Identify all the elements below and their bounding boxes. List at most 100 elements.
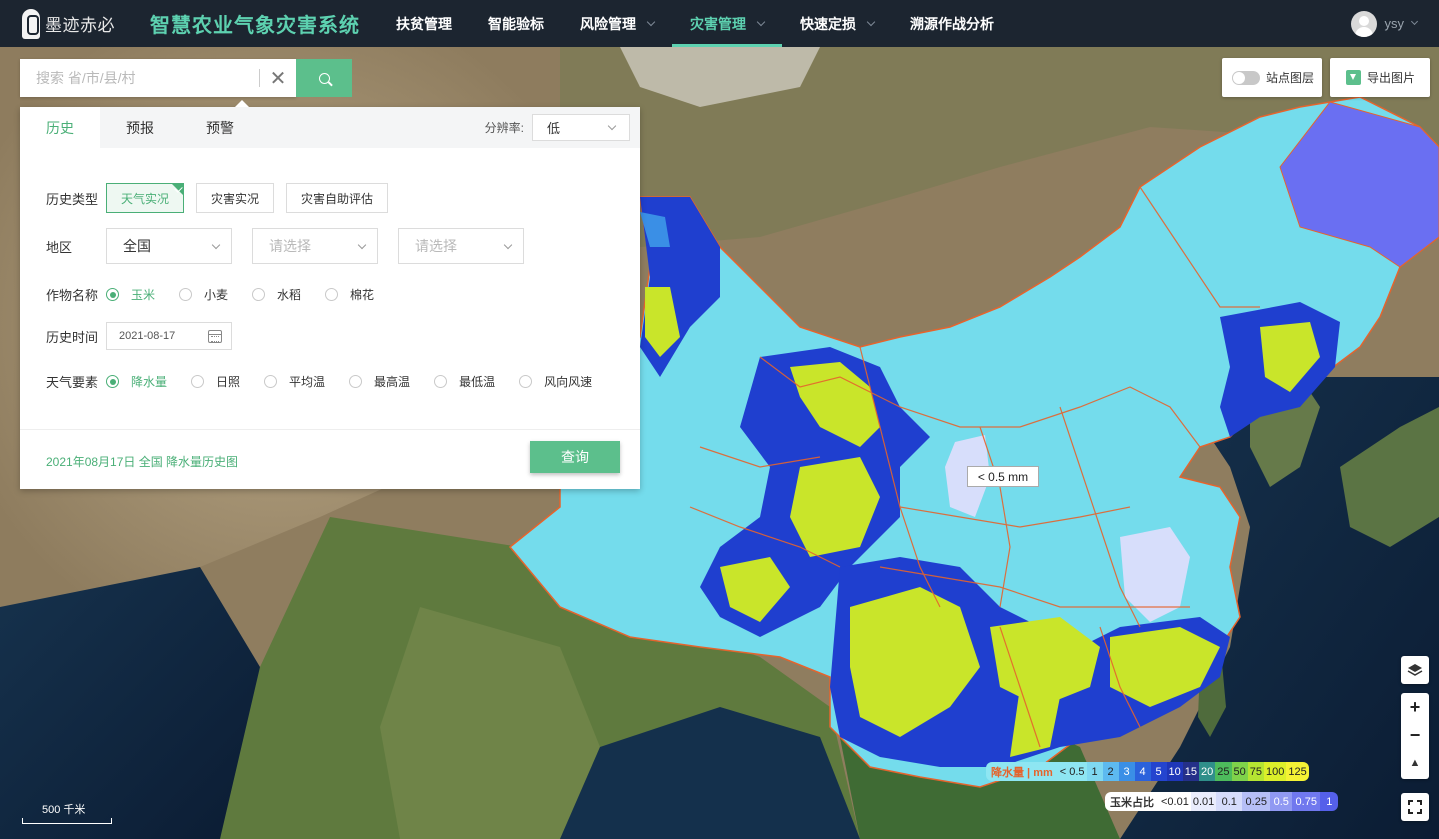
corn-legend-title: 玉米占比 [1105,792,1159,811]
layers-button[interactable] [1401,656,1429,684]
nav-item-poverty[interactable]: 扶贫管理 [378,0,470,47]
scale-label: 500 千米 [42,804,86,816]
corn-legend: 玉米占比 <0.01 0.01 0.1 0.25 0.5 0.75 1 [1105,792,1339,811]
weather-radio-max-temp[interactable]: 最高温 [349,373,410,390]
precip-legend-item: 3 [1118,762,1135,781]
search-box: ✕ [20,59,296,97]
brand-logo[interactable]: 墨迹赤必 [22,8,140,39]
precip-legend-item: 15 [1182,762,1200,781]
radio-label: 小麦 [204,288,229,302]
precip-legend-item: 50 [1231,762,1248,781]
city-select[interactable]: 请选择 [252,228,378,264]
user-name: ysy [1384,16,1405,31]
map-scale-bar: 500 千米 [22,801,112,824]
radio-label: 最低温 [459,375,496,389]
user-menu[interactable]: ysy [1350,0,1419,47]
weather-radio-avg-temp[interactable]: 平均温 [264,373,325,390]
radio-icon [179,288,193,301]
history-time-label: 历史时间 [46,329,99,345]
resolution-value: 低 [547,121,561,136]
radio-label: 棉花 [350,288,375,302]
nav-label: 智能验标 [488,15,544,32]
chevron-down-icon [503,240,513,250]
radio-label: 风向风速 [544,375,593,389]
radio-label: 水稻 [277,288,302,302]
main-nav: 扶贫管理 智能验标 风险管理 灾害管理 快速定损 溯源作战分析 [378,0,1012,47]
radio-icon [519,375,533,388]
precip-legend-item: 20 [1199,762,1216,781]
history-type-self-eval[interactable]: 灾害自助评估 [286,183,389,213]
weather-radio-min-temp[interactable]: 最低温 [434,373,495,390]
chevron-down-icon [357,240,367,250]
download-icon [1346,70,1361,85]
panel-tabs: 历史 预报 预警 分辨率: 低 [20,107,640,148]
nav-item-trace[interactable]: 溯源作战分析 [892,0,1012,47]
app-title: 智慧农业气象灾害系统 [150,15,360,37]
province-select[interactable]: 全国 [106,228,232,264]
precip-legend-item: 125 [1286,762,1309,781]
station-layer-label: 站点图层 [1266,71,1315,85]
precip-legend: 降水量 | mm < 0.5 1 2 3 4 5 10 15 20 25 50 75 100 125 [986,762,1309,781]
tab-forecast[interactable]: 预报 [100,107,180,148]
tab-history[interactable]: 历史 [20,107,100,148]
radio-label: 平均温 [289,375,326,389]
corn-legend-item: 0.25 [1242,792,1271,811]
crop-radio-cotton[interactable]: 棉花 [325,286,374,303]
radio-icon [349,375,363,388]
region-label: 地区 [46,239,73,255]
nav-label: 风险管理 [580,15,636,32]
chevron-down-icon [211,240,221,250]
search-button[interactable] [296,59,352,97]
resolution-select[interactable]: 低 [532,114,630,141]
history-type-label: 历史类型 [46,191,99,207]
chevron-down-icon [756,17,766,26]
nav-item-loss[interactable]: 快速定损 [782,0,892,47]
radio-icon [434,375,448,388]
precip-legend-item: 100 [1264,762,1287,781]
zoom-in-button[interactable]: + [1401,693,1429,721]
crop-radio-corn[interactable]: 玉米 [106,286,155,303]
history-type-disaster[interactable]: 灾害实况 [196,183,275,213]
nav-item-risk[interactable]: 风险管理 [562,0,672,47]
history-type-weather[interactable]: 天气实况 [106,183,185,213]
precip-legend-item: 5 [1150,762,1167,781]
compass-button[interactable]: ▲ [1401,749,1429,777]
crop-radio-rice[interactable]: 水稻 [252,286,301,303]
tab-warning[interactable]: 预警 [180,107,260,148]
search-input[interactable] [20,60,259,96]
weather-radio-precip[interactable]: 降水量 [106,373,167,390]
city-placeholder: 请选择 [269,238,311,254]
crop-label: 作物名称 [46,288,99,303]
province-value: 全国 [123,238,151,254]
station-layer-toggle[interactable]: 站点图层 [1222,58,1322,97]
radio-icon [106,288,119,301]
weather-radio-wind[interactable]: 风向风速 [519,373,592,390]
precip-legend-item: < 0.5 [1057,762,1087,781]
resolution-control: 分辨率: 低 [485,114,630,141]
logo-icon [22,8,40,39]
radio-icon [264,375,278,388]
crop-radio-wheat[interactable]: 小麦 [179,286,228,303]
layers-icon [1401,656,1429,684]
chevron-down-icon [1410,17,1419,26]
date-picker[interactable]: 2021-08-17 [106,322,232,350]
zoom-controls: + − ▲ [1401,693,1429,779]
corn-legend-item: 0.01 [1190,792,1217,811]
search-icon [318,72,330,84]
history-type-row: 历史类型 天气实况 灾害实况 灾害自助评估 [46,183,400,213]
nav-label: 扶贫管理 [396,15,452,32]
fullscreen-button[interactable] [1401,793,1429,821]
toggle-switch-icon [1232,70,1260,85]
county-placeholder: 请选择 [415,238,457,254]
county-select[interactable]: 请选择 [398,228,524,264]
close-icon[interactable]: ✕ [260,60,296,96]
calendar-icon [208,330,222,343]
export-image-button[interactable]: 导出图片 [1330,58,1430,97]
nav-item-disaster[interactable]: 灾害管理 [672,0,782,47]
precip-legend-item: 4 [1134,762,1151,781]
query-panel: 历史 预报 预警 分辨率: 低 历史类型 天气实况 灾害实况 灾害自助评估 地区… [20,100,640,489]
zoom-out-button[interactable]: − [1401,721,1429,749]
query-button[interactable]: 查询 [530,441,620,473]
nav-item-inspection[interactable]: 智能验标 [470,0,562,47]
weather-radio-sunshine[interactable]: 日照 [191,373,240,390]
